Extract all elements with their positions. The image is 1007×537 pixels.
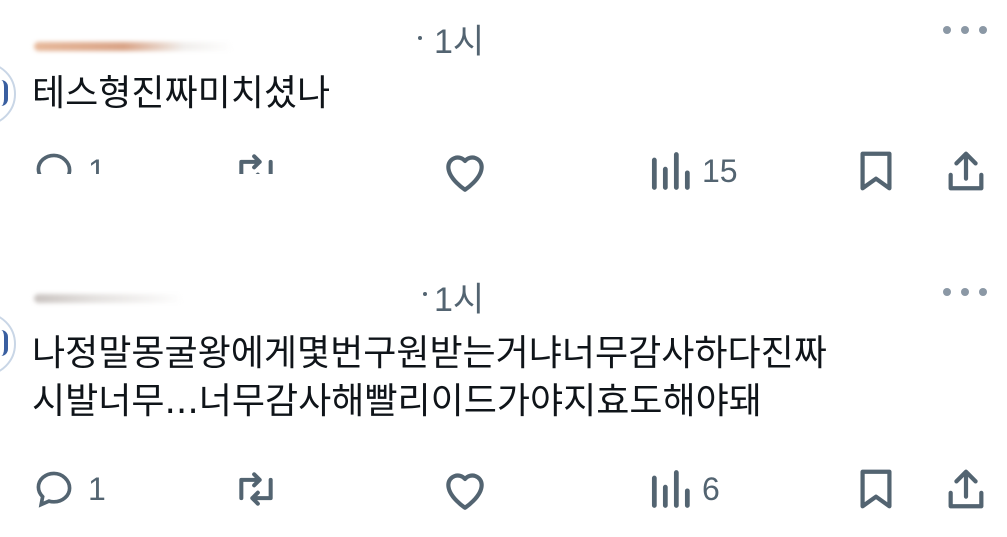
- bookmark-button[interactable]: [854, 146, 898, 196]
- reply-bubble-icon: [36, 471, 72, 508]
- repost-arrows-icon: [239, 472, 273, 506]
- post-time[interactable]: 1시: [434, 272, 484, 321]
- more-dots-icon[interactable]: [943, 286, 987, 298]
- bookmark-icon: [860, 151, 892, 191]
- action-bar: 15: [0, 146, 1007, 196]
- post-text: 나정말몽굴왕에게몇번구원받는거냐너무감사하다진짜 시발너무...너무감사해빨리이…: [32, 333, 827, 422]
- more-dots-icon[interactable]: [943, 24, 987, 36]
- reply-count: 1: [88, 470, 106, 507]
- bookmark-icon: [860, 469, 892, 509]
- post[interactable]: 1시 나정말몽굴왕에게몇번구원받는거냐너무감사하다진짜 시발너무...너무감사해…: [0, 260, 1007, 537]
- views-bars-icon: [651, 470, 690, 508]
- share-upload-icon: [948, 469, 984, 509]
- post-text: 테스형진짜미치셨나: [32, 73, 331, 114]
- meta-separator-dot: [418, 36, 422, 40]
- repost-button[interactable]: [232, 464, 280, 514]
- views-count: 6: [702, 470, 720, 507]
- username-redacted[interactable]: [34, 42, 234, 51]
- post-time[interactable]: 1시: [434, 14, 484, 63]
- heart-icon: [446, 473, 484, 510]
- views-count: 15: [702, 152, 738, 189]
- views-button[interactable]: 15: [648, 146, 738, 196]
- views-bars-icon: [651, 152, 690, 190]
- share-button[interactable]: [944, 464, 988, 514]
- heart-icon: [446, 155, 484, 192]
- reply-button[interactable]: 1: [32, 464, 106, 514]
- meta-separator-dot: [423, 292, 427, 296]
- share-upload-icon: [948, 151, 984, 191]
- views-button[interactable]: 6: [648, 464, 720, 514]
- username-redacted[interactable]: [34, 294, 184, 303]
- bookmark-button[interactable]: [854, 464, 898, 514]
- avatar[interactable]: [0, 62, 16, 126]
- like-button[interactable]: [440, 464, 490, 514]
- like-button[interactable]: [440, 146, 490, 196]
- action-bar: 1 6: [0, 464, 1007, 514]
- share-button[interactable]: [944, 146, 988, 196]
- post[interactable]: 1시 테스형진짜미치셨나 1 15: [0, 0, 1007, 260]
- avatar[interactable]: [0, 312, 16, 376]
